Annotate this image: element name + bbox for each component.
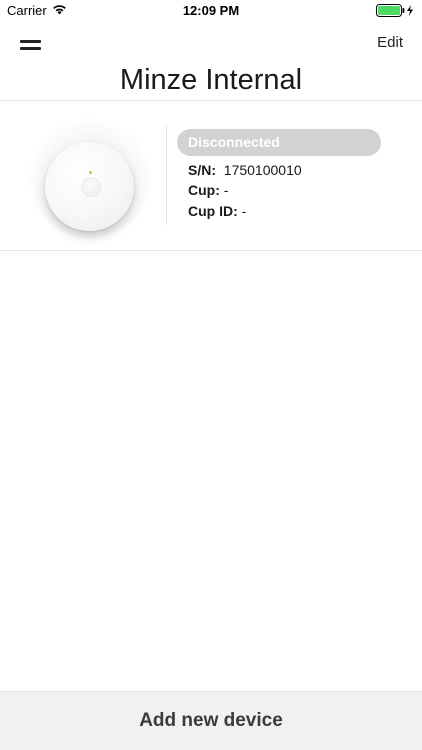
clock-time: 12:09 PM: [182, 3, 240, 18]
charging-bolt-icon: [407, 5, 413, 16]
cup-label: Cup:: [188, 182, 220, 198]
connection-status-badge: Disconnected: [177, 129, 381, 156]
add-new-device-button[interactable]: Add new device: [0, 691, 422, 750]
serial-number-value: 1750100010: [223, 162, 302, 178]
cup-value: -: [223, 182, 229, 198]
serial-number-line: S/N: 1750100010: [188, 162, 302, 178]
cup-line: Cup: -: [188, 182, 228, 198]
row-divider: [0, 250, 422, 251]
page-title: Minze Internal: [119, 64, 303, 96]
battery-icon: [376, 4, 413, 17]
device-list-item[interactable]: Disconnected S/N: 1750100010 Cup: - Cup …: [0, 101, 422, 250]
cup-id-label: Cup ID:: [188, 203, 238, 219]
cup-id-value: -: [241, 203, 247, 219]
app-screen: Carrier 12:09 PM Edit Minze Internal Dis…: [0, 0, 422, 750]
device-image: [28, 113, 153, 238]
vertical-divider: [166, 126, 167, 225]
cup-id-line: Cup ID: -: [188, 203, 246, 219]
menu-button[interactable]: [20, 40, 42, 54]
status-led-icon: [89, 171, 92, 174]
serial-number-label: S/N:: [188, 162, 216, 178]
edit-button[interactable]: Edit: [377, 34, 403, 51]
status-bar: Carrier 12:09 PM: [0, 0, 422, 22]
